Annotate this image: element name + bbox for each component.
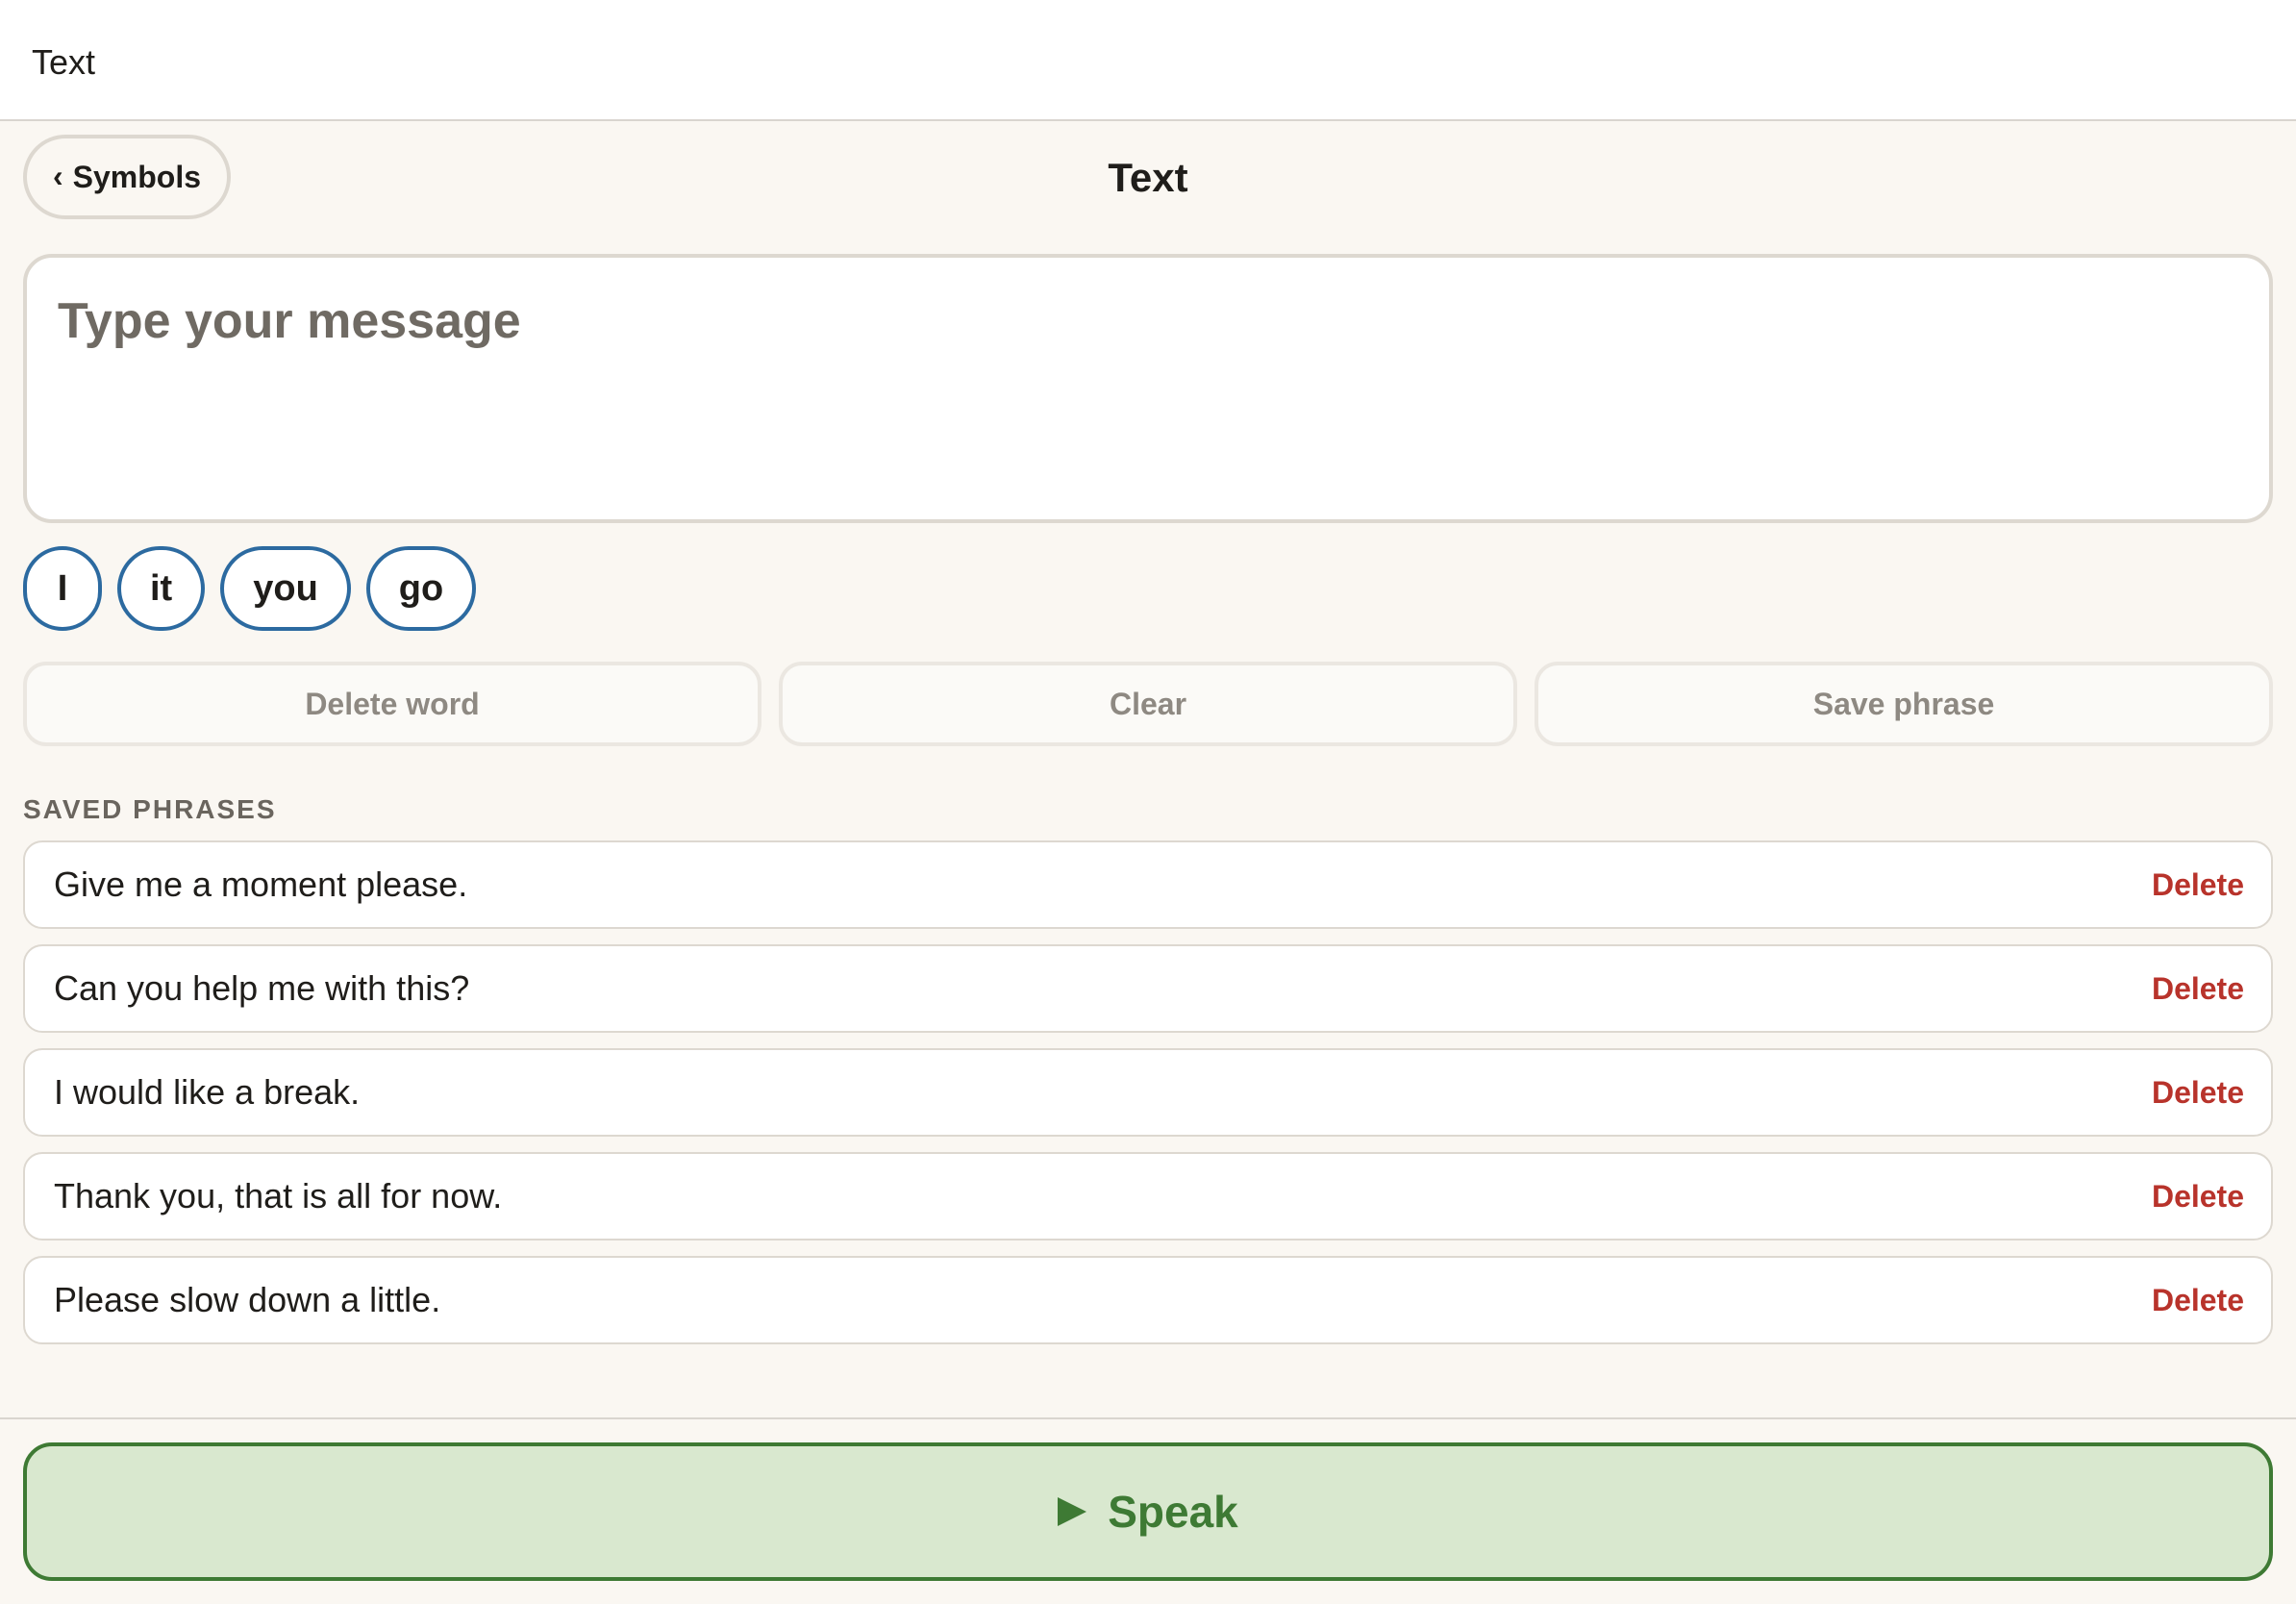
saved-phrase-text: Please slow down a little. (54, 1280, 441, 1319)
speak-button[interactable]: Speak (23, 1442, 2273, 1581)
word-suggestions: I it you go (23, 546, 477, 631)
saved-phrase-text: Give me a moment please. (54, 865, 468, 904)
page-title: Text (1108, 155, 1188, 200)
saved-phrase-item[interactable]: I would like a break. Delete (23, 1048, 2273, 1137)
play-icon (1058, 1497, 1087, 1526)
delete-phrase-button[interactable]: Delete (2152, 1179, 2244, 1215)
saved-phrases-list: Give me a moment please. Delete Can you … (23, 840, 2273, 1360)
message-input[interactable] (23, 254, 2273, 523)
delete-phrase-button[interactable]: Delete (2152, 867, 2244, 903)
speak-button-label: Speak (1108, 1487, 1238, 1537)
clear-button[interactable]: Clear (779, 662, 1517, 746)
saved-phrase-text: I would like a break. (54, 1072, 361, 1112)
suggestion-chip[interactable]: it (117, 546, 206, 631)
top-bar: Text (0, 0, 2296, 121)
suggestion-chip[interactable]: you (220, 546, 351, 631)
delete-phrase-button[interactable]: Delete (2152, 971, 2244, 1007)
saved-phrase-item[interactable]: Please slow down a little. Delete (23, 1256, 2273, 1344)
saved-phrases-heading: SAVED PHRASES (23, 794, 277, 824)
saved-phrase-text: Can you help me with this? (54, 968, 470, 1008)
delete-phrase-button[interactable]: Delete (2152, 1075, 2244, 1111)
delete-phrase-button[interactable]: Delete (2152, 1283, 2244, 1318)
saved-phrase-item[interactable]: Give me a moment please. Delete (23, 840, 2273, 929)
window-title: Text (32, 42, 96, 82)
suggestion-chip[interactable]: go (365, 546, 477, 631)
saved-phrase-item[interactable]: Thank you, that is all for now. Delete (23, 1152, 2273, 1241)
saved-phrase-text: Thank you, that is all for now. (54, 1176, 503, 1216)
message-actions: Delete word Clear Save phrase (23, 662, 2273, 746)
delete-word-button[interactable]: Delete word (23, 662, 761, 746)
suggestion-chip[interactable]: I (23, 546, 102, 631)
saved-phrase-item[interactable]: Can you help me with this? Delete (23, 944, 2273, 1033)
save-phrase-button[interactable]: Save phrase (1535, 662, 2273, 746)
